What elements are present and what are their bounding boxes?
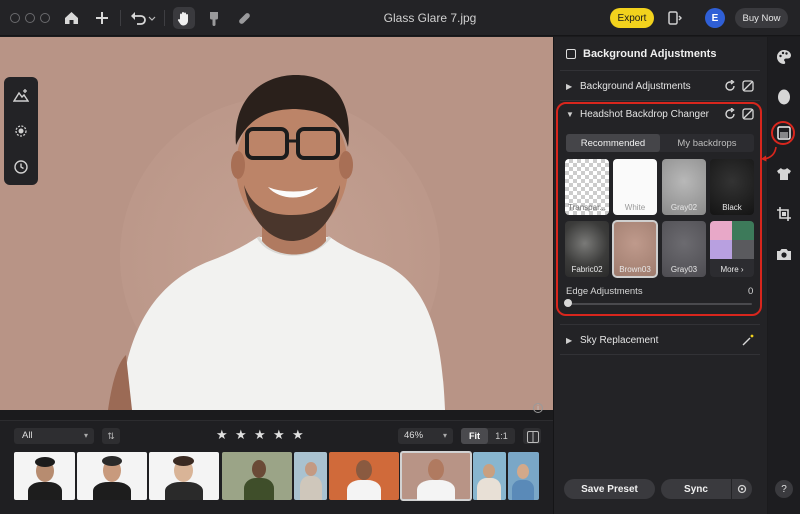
section-label: Sky Replacement bbox=[580, 334, 659, 346]
export-button[interactable]: Export bbox=[610, 8, 654, 28]
palette-icon[interactable] bbox=[775, 48, 793, 66]
caret-down-icon: ▼ bbox=[566, 109, 574, 119]
panel-toggle-icon[interactable] bbox=[664, 7, 686, 29]
background-adjust-icon bbox=[566, 49, 576, 59]
zoom-dropdown[interactable]: 46% ▾ bbox=[398, 428, 453, 444]
section-label: Background Adjustments bbox=[580, 80, 691, 92]
filmstrip-thumbnail-selected[interactable] bbox=[400, 451, 472, 501]
magic-wand-icon[interactable] bbox=[742, 334, 754, 346]
star-icon[interactable]: ★ bbox=[216, 428, 228, 442]
history-icon[interactable] bbox=[11, 157, 31, 177]
background-adjust-icon[interactable] bbox=[775, 124, 793, 142]
filter-dropdown[interactable]: All ▾ bbox=[14, 428, 94, 444]
star-icon[interactable]: ★ bbox=[273, 428, 285, 442]
filmstrip-thumbnail[interactable] bbox=[329, 452, 399, 500]
left-tool-palette bbox=[4, 77, 38, 185]
zoom-dropdown-value: 46% bbox=[404, 430, 424, 441]
tab-recommended[interactable]: Recommended bbox=[566, 134, 660, 152]
filmstrip-thumbnail[interactable] bbox=[473, 452, 506, 500]
sort-icon[interactable]: ⇅ bbox=[102, 428, 120, 444]
star-icon[interactable]: ★ bbox=[292, 428, 304, 442]
divider bbox=[560, 354, 760, 355]
backdrop-swatch-transparent[interactable]: Transpar... bbox=[565, 159, 609, 215]
fit-button[interactable]: Fit bbox=[461, 428, 488, 444]
reset-icon[interactable] bbox=[724, 108, 736, 120]
ai-spark-icon[interactable] bbox=[11, 121, 31, 141]
backdrop-swatch-fabric02[interactable]: Fabric02 bbox=[565, 221, 609, 277]
divider bbox=[560, 324, 760, 325]
swatch-label: Gray02 bbox=[670, 203, 698, 212]
zoom-mode-toggle: Fit 1:1 bbox=[461, 428, 515, 444]
backdrop-swatch-white[interactable]: White bbox=[613, 159, 657, 215]
help-button[interactable]: ? bbox=[775, 480, 793, 498]
account-avatar[interactable]: E bbox=[705, 8, 725, 28]
star-icon[interactable]: ★ bbox=[235, 428, 247, 442]
edge-adjustments-slider-handle[interactable] bbox=[564, 299, 572, 307]
chevron-down-icon: ▾ bbox=[83, 431, 88, 440]
toggle-off-icon[interactable] bbox=[742, 80, 754, 92]
save-preset-button[interactable]: Save Preset bbox=[564, 479, 655, 499]
filter-dropdown-value: All bbox=[22, 430, 33, 441]
filmstrip-thumbnail[interactable] bbox=[149, 452, 219, 500]
panel-header: Background Adjustments bbox=[566, 48, 716, 60]
tab-my-backdrops[interactable]: My backdrops bbox=[660, 134, 754, 152]
filmstrip-thumbnail[interactable] bbox=[222, 452, 292, 500]
backdrop-swatch-more[interactable]: More › bbox=[710, 221, 754, 277]
clothing-icon[interactable] bbox=[775, 165, 793, 183]
mountain-adjust-icon[interactable] bbox=[11, 85, 31, 105]
pointer-arrow-icon bbox=[761, 146, 777, 162]
right-tool-rail bbox=[768, 37, 800, 514]
swatch-label: Transpar... bbox=[568, 203, 606, 212]
section-headshot-backdrop-changer[interactable]: ▼ Headshot Backdrop Changer bbox=[566, 106, 709, 122]
backdrop-swatch-black[interactable]: Black bbox=[710, 159, 754, 215]
swatch-label: Fabric02 bbox=[571, 265, 603, 274]
backdrop-swatch-gray02[interactable]: Gray02 bbox=[662, 159, 706, 215]
star-rating[interactable]: ★ ★ ★ ★ ★ bbox=[216, 428, 304, 442]
backdrop-tabs: Recommended My backdrops bbox=[566, 134, 754, 152]
divider bbox=[560, 100, 760, 101]
camera-icon[interactable] bbox=[775, 245, 793, 263]
compare-view-icon[interactable] bbox=[523, 428, 541, 444]
swatch-label: Gray03 bbox=[670, 265, 698, 274]
reset-icon[interactable] bbox=[724, 80, 736, 92]
photo-canvas[interactable] bbox=[0, 37, 553, 410]
section-background-adjustments[interactable]: ▶ Background Adjustments bbox=[566, 78, 691, 94]
star-icon[interactable]: ★ bbox=[254, 428, 266, 442]
toggle-off-icon[interactable] bbox=[742, 108, 754, 120]
face-retouch-icon[interactable] bbox=[775, 88, 793, 106]
panel-header-title: Background Adjustments bbox=[583, 48, 717, 60]
chevron-down-icon: ▾ bbox=[442, 431, 447, 440]
edge-adjustments-slider[interactable] bbox=[568, 303, 752, 305]
filmstrip-thumbnail[interactable] bbox=[294, 452, 327, 500]
caret-right-icon: ▶ bbox=[566, 81, 573, 91]
divider bbox=[560, 70, 760, 71]
edge-adjustments-label: Edge Adjustments bbox=[566, 286, 643, 297]
one-to-one-button[interactable]: 1:1 bbox=[488, 428, 515, 444]
filmstrip-thumbnail[interactable] bbox=[77, 452, 147, 500]
caret-right-icon: ▶ bbox=[566, 335, 573, 345]
sync-settings-icon[interactable] bbox=[732, 479, 752, 499]
backdrop-swatch-gray03[interactable]: Gray03 bbox=[662, 221, 706, 277]
info-icon[interactable]: i bbox=[533, 403, 543, 413]
sync-button[interactable]: Sync bbox=[661, 479, 731, 499]
edge-adjustments-value: 0 bbox=[748, 286, 754, 297]
portrait-photo bbox=[108, 75, 445, 410]
crop-icon[interactable] bbox=[775, 205, 793, 223]
swatch-label: White bbox=[624, 203, 646, 212]
swatch-label: Brown03 bbox=[619, 265, 651, 274]
section-label: Headshot Backdrop Changer bbox=[580, 108, 709, 120]
swatch-label: More › bbox=[720, 265, 744, 274]
backdrop-swatch-brown03[interactable]: Brown03 bbox=[612, 220, 658, 278]
buy-now-button[interactable]: Buy Now bbox=[735, 8, 788, 28]
section-sky-replacement[interactable]: ▶ Sky Replacement bbox=[566, 332, 658, 348]
filmstrip-thumbnail[interactable] bbox=[14, 452, 75, 500]
swatch-label: Black bbox=[722, 203, 742, 212]
filmstrip-thumbnail[interactable] bbox=[508, 452, 539, 500]
